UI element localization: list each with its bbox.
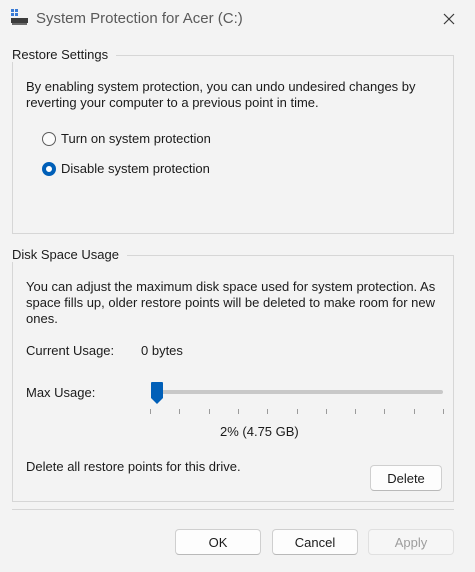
slider-tick	[150, 409, 151, 414]
system-protection-dialog: System Protection for Acer (C:) Restore …	[0, 0, 475, 572]
slider-tick	[443, 409, 444, 414]
radio-turn-on-indicator[interactable]	[42, 131, 56, 146]
slider-tick	[267, 409, 268, 414]
ok-button[interactable]: OK	[175, 529, 261, 555]
radio-turn-on-label: Turn on system protection	[61, 131, 211, 146]
delete-description: Delete all restore points for this drive…	[26, 459, 241, 474]
radio-disable-indicator[interactable]	[42, 161, 56, 176]
slider-tick	[355, 409, 356, 414]
disk-space-description: You can adjust the maximum disk space us…	[26, 279, 436, 326]
apply-button[interactable]: Apply	[368, 529, 454, 555]
radio-disable-label: Disable system protection	[61, 161, 210, 176]
current-usage-label: Current Usage:	[26, 343, 115, 358]
slider-tick	[238, 409, 239, 414]
slider-tick	[209, 409, 210, 414]
slider-tick	[414, 409, 415, 414]
restore-settings-label: Restore Settings	[12, 47, 117, 62]
slider-tick	[297, 409, 298, 414]
slider-tick	[179, 409, 180, 414]
slider-tick	[326, 409, 327, 414]
max-usage-value: 2% (4.75 GB)	[220, 424, 299, 439]
radio-disable-protection[interactable]: Disable system protection	[42, 161, 210, 176]
current-usage-value: 0 bytes	[141, 343, 183, 358]
restore-settings-description: By enabling system protection, you can u…	[26, 79, 416, 110]
disk-space-label: Disk Space Usage	[12, 247, 127, 262]
computer-icon	[11, 9, 28, 25]
delete-button[interactable]: Delete	[370, 465, 442, 491]
title-bar: System Protection for Acer (C:)	[0, 0, 475, 38]
max-usage-label: Max Usage:	[26, 385, 96, 400]
window-title: System Protection for Acer (C:)	[36, 10, 243, 27]
footer-separator	[12, 509, 454, 510]
max-usage-slider-thumb[interactable]	[150, 381, 164, 405]
radio-turn-on-protection[interactable]: Turn on system protection	[42, 131, 211, 146]
close-icon[interactable]	[439, 9, 459, 29]
cancel-button[interactable]: Cancel	[272, 529, 358, 555]
max-usage-slider-track[interactable]	[151, 390, 443, 394]
max-usage-slider-ticks	[150, 409, 444, 415]
slider-tick	[384, 409, 385, 414]
